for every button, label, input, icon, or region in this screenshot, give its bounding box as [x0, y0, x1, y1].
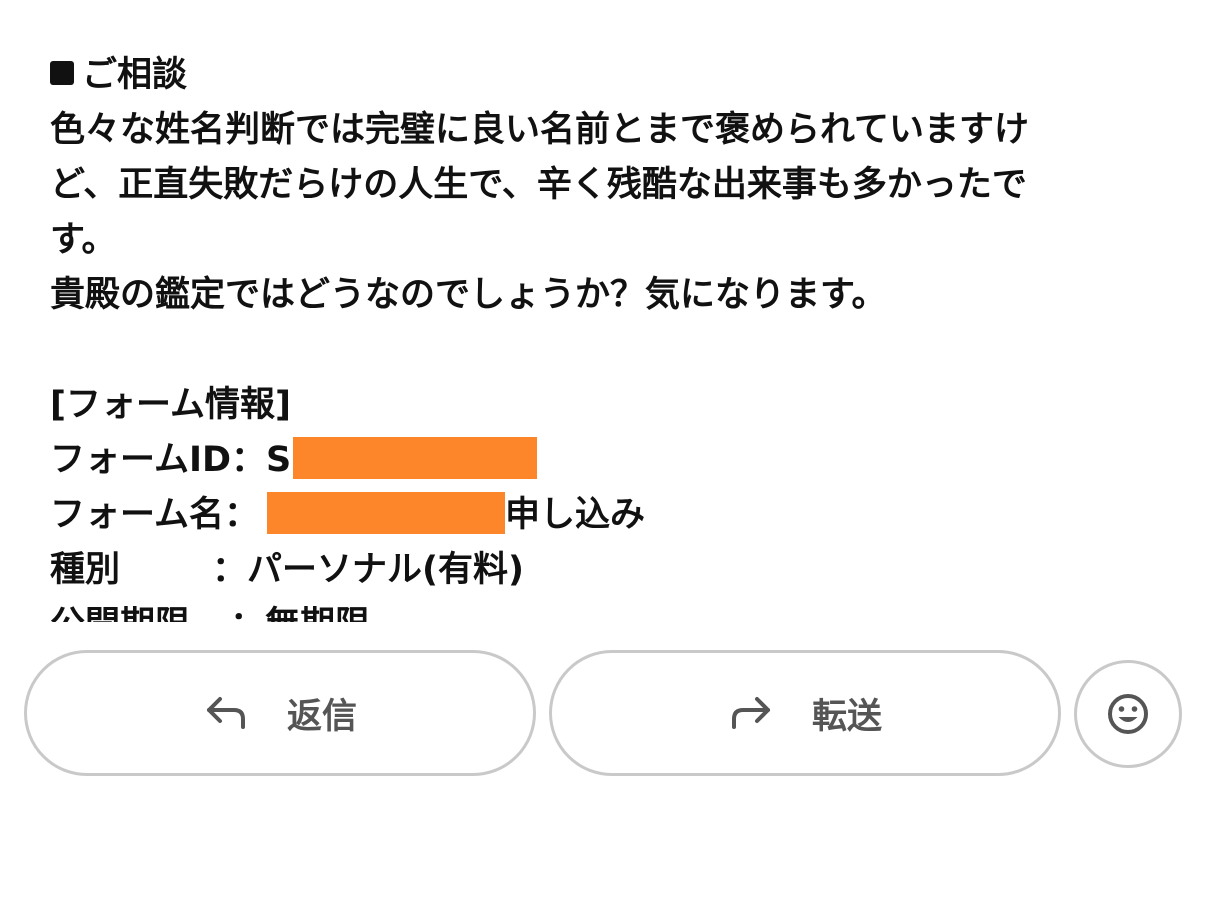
forward-arrow-icon — [728, 690, 774, 736]
reply-label: 返信 — [286, 696, 357, 737]
emoji-reaction-button[interactable] — [1074, 660, 1182, 768]
black-square-icon — [50, 61, 74, 85]
message-line-2: ど、正直失敗だらけの人生で、辛く残酷な出来事も多かったで — [50, 165, 1027, 205]
redaction-block — [293, 437, 538, 479]
form-id-line: フォームID：S — [50, 433, 1170, 488]
message-body: ご相談 色々な姓名判断では完璧に良い名前とまで褒められていますけ ど、正直失敗だ… — [50, 48, 1170, 622]
action-bar: 返信 転送 — [0, 648, 1206, 782]
reply-arrow-icon — [203, 690, 249, 736]
redaction-block — [266, 492, 505, 534]
forward-button[interactable]: 転送 — [549, 650, 1061, 776]
form-name-suffix: 申し込み — [504, 495, 645, 535]
message-line-4: 貴殿の鑑定ではどうなのでしょうか？気になります。 — [50, 275, 887, 315]
form-name-line: フォーム名： 申し込み — [50, 488, 1170, 543]
form-id-label: フォームID：S — [50, 440, 292, 480]
type-line: 種別 ：パーソナル(有料) — [50, 543, 1170, 598]
heading-text: ご相談 — [82, 55, 188, 95]
message-line-1: 色々な姓名判断では完璧に良い名前とまで褒められていますけ — [50, 110, 1029, 150]
message-line-3: す。 — [50, 220, 117, 260]
period-label: 公開期限 — [50, 605, 190, 622]
period-value: ：無期限 — [230, 605, 370, 622]
form-name-label: フォーム名： — [50, 495, 259, 535]
period-line: 公開期限 ：無期限 — [50, 598, 1170, 622]
form-section-title: [フォーム情報] — [50, 385, 291, 425]
forward-label: 転送 — [811, 696, 882, 737]
message-heading: ご相談 — [50, 48, 1170, 103]
smiley-face-icon — [1108, 694, 1148, 734]
type-value: ：パーソナル(有料) — [212, 550, 525, 590]
type-label: 種別 — [50, 550, 121, 590]
reply-button[interactable]: 返信 — [24, 650, 536, 776]
